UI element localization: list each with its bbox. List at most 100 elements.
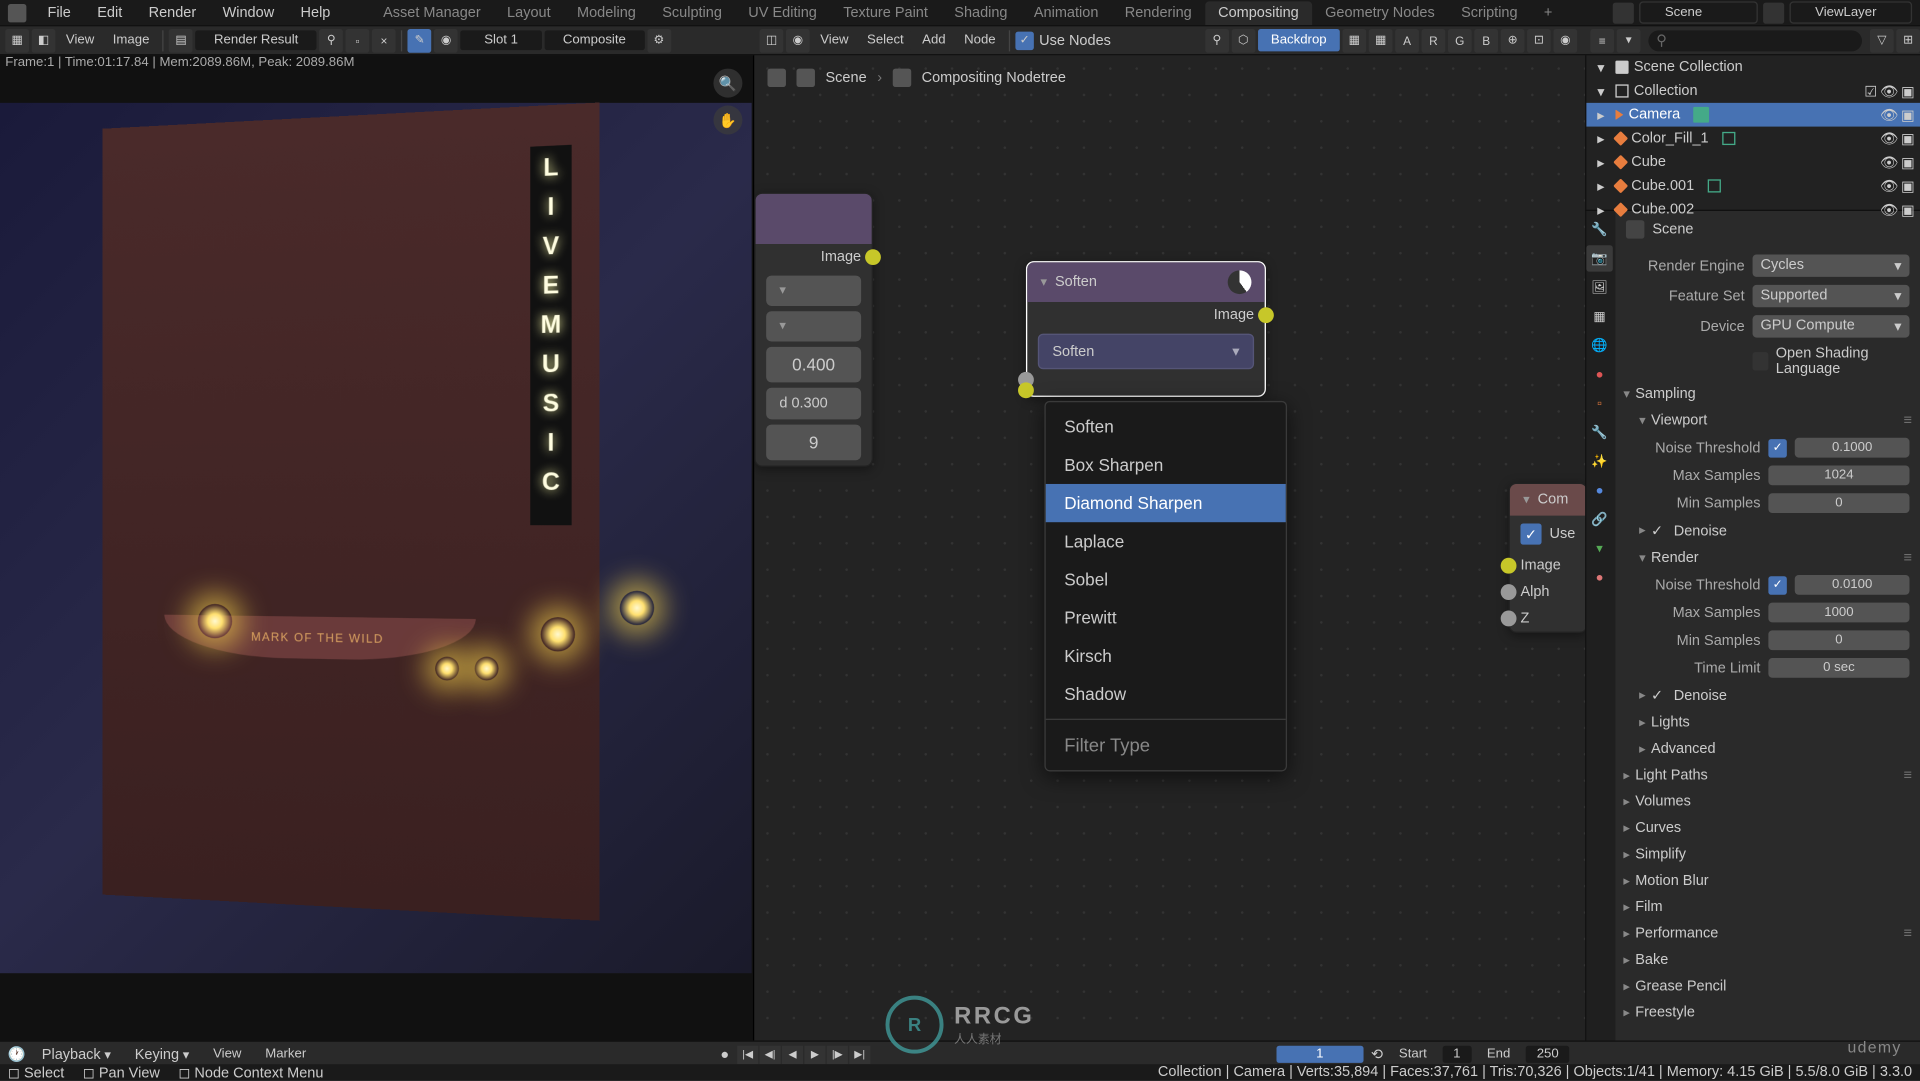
menu-help[interactable]: Help — [287, 1, 343, 25]
section-simplify[interactable]: Simplify — [1615, 841, 1920, 867]
channel-r-icon[interactable]: R — [1422, 28, 1446, 52]
paint-icon[interactable]: ✎ — [408, 28, 432, 52]
collapse-icon[interactable] — [1040, 274, 1047, 290]
render-toggle[interactable]: ▣ — [1901, 130, 1915, 147]
preset-icon[interactable]: ≡ — [1904, 550, 1912, 566]
keyframe-next-icon[interactable]: |▶ — [827, 1045, 848, 1063]
outliner-item[interactable]: Cube — [1631, 154, 1666, 170]
menu-render[interactable]: Render — [135, 1, 209, 25]
exclude-toggle[interactable]: ☑ — [1864, 82, 1877, 99]
collapse-icon[interactable] — [1523, 492, 1530, 508]
slot-field[interactable]: Slot 1 — [461, 30, 542, 50]
channel-all-icon[interactable]: ▦ — [1342, 28, 1366, 52]
image-browse-icon[interactable]: ▤ — [169, 28, 193, 52]
pin-icon[interactable]: ⚲ — [1205, 28, 1229, 52]
use-checkbox[interactable]: ✓ — [1520, 524, 1541, 545]
max-samples-value[interactable]: 1000 — [1768, 603, 1909, 623]
disclosure-icon[interactable]: ▾ — [1592, 58, 1610, 76]
scene-icon[interactable] — [1613, 2, 1634, 23]
node-input[interactable]: Image 0.400 d 0.300 9 — [754, 193, 873, 467]
tab-world-icon[interactable]: ● — [1586, 361, 1612, 387]
disclosure-icon[interactable]: ▸ — [1592, 200, 1610, 218]
overlay-icon[interactable]: ◉ — [1553, 28, 1577, 52]
dropdown-item[interactable]: Laplace — [1046, 522, 1286, 560]
disclosure-icon[interactable]: ▸ — [1592, 177, 1610, 195]
outliner-item[interactable]: Cube.001 — [1631, 178, 1694, 194]
channel-rgb-icon[interactable]: ▦ — [1369, 28, 1393, 52]
tab-physics-icon[interactable]: ● — [1586, 477, 1612, 503]
dropdown-item[interactable]: Kirsch — [1046, 637, 1286, 675]
channel-g-icon[interactable]: G — [1448, 28, 1472, 52]
disclosure-icon[interactable]: ▾ — [1592, 82, 1610, 100]
new-icon[interactable]: ▫ — [346, 28, 370, 52]
ws-tab[interactable]: Sculpting — [649, 1, 735, 25]
preset-icon[interactable]: ≡ — [1904, 413, 1912, 429]
nt-value[interactable]: 0.0100 — [1795, 575, 1910, 595]
node-filter-soften[interactable]: Soften Image Soften▾ — [1026, 261, 1266, 397]
current-frame[interactable]: 1 — [1277, 1046, 1363, 1063]
socket-input-image[interactable] — [1501, 558, 1517, 574]
time-limit-value[interactable]: 0 sec — [1768, 658, 1909, 678]
breadcrumb-tree[interactable]: Compositing Nodetree — [922, 70, 1066, 86]
section-motion-blur[interactable]: Motion Blur — [1615, 868, 1920, 894]
render-toggle[interactable]: ▣ — [1901, 177, 1915, 194]
dropdown-item[interactable]: Box Sharpen — [1046, 446, 1286, 484]
preview-icon[interactable] — [1228, 270, 1252, 294]
filter-icon[interactable]: ▽ — [1870, 28, 1894, 52]
outliner-item[interactable]: Color_Fill_1 — [1631, 131, 1708, 147]
pass-field[interactable]: Composite — [544, 30, 644, 50]
node-editor-type-icon[interactable]: ◫ — [760, 28, 784, 52]
outliner-item[interactable]: Cube.002 — [1631, 202, 1694, 218]
home-icon[interactable] — [767, 69, 785, 87]
img-menu-view[interactable]: View — [58, 30, 102, 50]
render-result-field[interactable]: Render Result — [196, 30, 317, 50]
tab-material-icon[interactable]: ● — [1586, 564, 1612, 590]
img-menu-image[interactable]: Image — [105, 30, 157, 50]
socket-output-image[interactable] — [1258, 307, 1274, 323]
disclosure-icon[interactable]: ▸ — [1592, 105, 1610, 123]
device-select[interactable]: GPU Compute▾ — [1753, 315, 1910, 337]
start-frame[interactable]: 1 — [1443, 1046, 1471, 1063]
nt-value[interactable]: 0.1000 — [1795, 438, 1910, 458]
play-reverse-icon[interactable]: ◀ — [782, 1045, 803, 1063]
tab-output-icon[interactable]: 🖼 — [1586, 274, 1612, 300]
ws-tab[interactable]: Scripting — [1448, 1, 1531, 25]
close-icon[interactable]: × — [372, 28, 396, 52]
node-value[interactable]: 0.400 — [766, 347, 861, 383]
nt-checkbox[interactable]: ✓ — [1768, 576, 1786, 594]
frame-select-icon[interactable]: ⟲ — [1371, 1046, 1383, 1063]
section-sampling[interactable]: Sampling — [1615, 381, 1920, 407]
ws-add[interactable]: + — [1531, 1, 1566, 25]
play-icon[interactable]: ▶ — [804, 1045, 825, 1063]
menu-file[interactable]: File — [34, 1, 84, 25]
visibility-toggle[interactable]: 👁 — [1880, 130, 1898, 147]
section-render[interactable]: Render≡ — [1631, 545, 1920, 571]
view-menu[interactable]: View — [205, 1046, 249, 1063]
tab-data-icon[interactable]: ▾ — [1586, 535, 1612, 561]
section-bake[interactable]: Bake — [1615, 947, 1920, 973]
scene-collection-label[interactable]: Scene Collection — [1634, 59, 1743, 75]
node-value[interactable]: 9 — [766, 425, 861, 461]
outliner-display-icon[interactable]: ▾ — [1617, 28, 1641, 52]
compositor-node-editor[interactable]: Scene › Compositing Nodetree Image 0.400… — [754, 55, 1585, 1043]
dropdown-item[interactable]: Prewitt — [1046, 599, 1286, 637]
section-freestyle[interactable]: Freestyle — [1615, 1000, 1920, 1026]
dropdown-item[interactable]: Sobel — [1046, 560, 1286, 598]
display-icon[interactable]: ◉ — [434, 28, 458, 52]
visibility-toggle[interactable]: 👁 — [1880, 177, 1898, 194]
jump-end-icon[interactable]: ▶| — [849, 1045, 870, 1063]
min-samples-value[interactable]: 0 — [1768, 630, 1909, 650]
menu-window[interactable]: Window — [209, 1, 287, 25]
layer-icon[interactable] — [1764, 2, 1785, 23]
section-denoise-vp[interactable]: ✓Denoise — [1631, 517, 1920, 545]
visibility-toggle[interactable]: 👁 — [1880, 201, 1898, 218]
menu-edit[interactable]: Edit — [84, 1, 135, 25]
zoom-icon[interactable]: 🔍 — [713, 69, 742, 98]
tab-object-icon[interactable]: ▫ — [1586, 390, 1612, 416]
render-toggle[interactable]: ▣ — [1901, 154, 1915, 171]
fit-icon[interactable]: ⊡ — [1527, 28, 1551, 52]
autokey-icon[interactable]: ● — [720, 1046, 729, 1062]
ws-tab[interactable]: Animation — [1021, 1, 1112, 25]
collection-label[interactable]: Collection — [1634, 83, 1698, 99]
section-lights[interactable]: Lights — [1631, 709, 1920, 735]
